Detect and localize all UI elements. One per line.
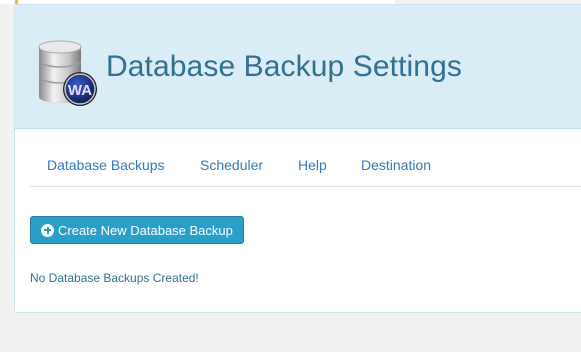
page-title: Database Backup Settings: [106, 50, 462, 83]
plus-circle-icon: [41, 223, 54, 237]
settings-panel: WA Database Backup Settings Database Bac…: [14, 4, 581, 313]
tab-database-backups[interactable]: Database Backups: [47, 157, 165, 173]
empty-state-message: No Database Backups Created!: [30, 271, 199, 285]
page-header: WA Database Backup Settings: [15, 5, 581, 129]
tab-scheduler[interactable]: Scheduler: [200, 157, 263, 173]
page: WA Database Backup Settings Database Bac…: [0, 0, 581, 352]
database-logo-icon: WA: [38, 40, 97, 106]
tab-destination[interactable]: Destination: [361, 157, 431, 173]
tab-help[interactable]: Help: [298, 157, 327, 173]
create-new-backup-button[interactable]: Create New Database Backup: [30, 216, 244, 244]
logo-text: WA: [68, 82, 92, 99]
tab-nav: Database Backups Scheduler Help Destinat…: [30, 130, 581, 187]
create-button-label: Create New Database Backup: [58, 222, 233, 238]
